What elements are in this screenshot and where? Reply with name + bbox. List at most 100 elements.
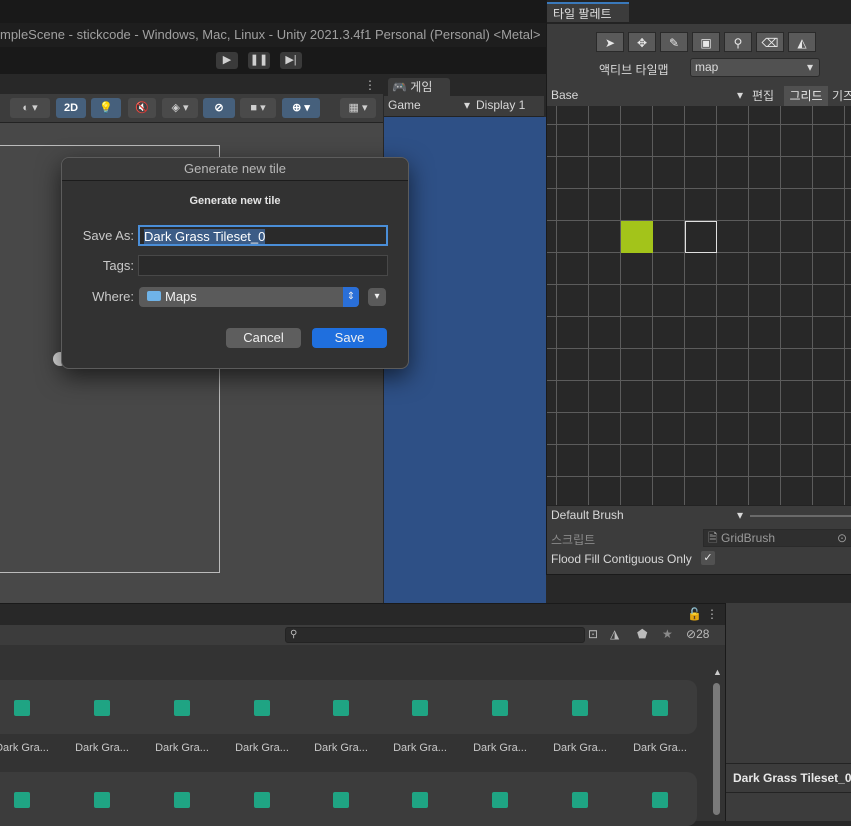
tile-asset-icon[interactable] [174,700,190,716]
tile-asset-icon[interactable] [333,700,349,716]
game-view-dropdown[interactable]: Game ▾ [388,98,470,112]
paint-tool-icon[interactable]: ✎ [660,32,688,52]
select-tool-icon[interactable]: ➤ [596,32,624,52]
inspector-title: Dark Grass Tileset_0 [733,771,851,785]
gamepad-icon: 🎮 [392,80,407,94]
tile-asset-label[interactable]: Dark Gra... [0,742,57,754]
brush-dropdown-label: Default Brush [551,508,624,522]
pause-button[interactable]: ❚❚ [248,52,270,69]
edit-toggle[interactable]: 편집 [746,86,780,106]
tile-asset-label[interactable]: Dark Gra... [545,742,615,754]
tile-asset-icon[interactable] [412,792,428,808]
tile-asset-label[interactable]: Dark Gra... [385,742,455,754]
palette-dropdown[interactable]: Base ▾ [551,88,743,102]
tile-asset-icon[interactable] [652,792,668,808]
project-scrollbar[interactable]: ▲ [711,667,722,817]
tile-asset-icon[interactable] [254,792,270,808]
tile-asset-icon[interactable] [94,792,110,808]
tile-asset-icon[interactable] [652,700,668,716]
tile-asset-icon[interactable] [572,792,588,808]
tile-asset-icon[interactable] [174,792,190,808]
scene-tab-bar: ⋮ [0,78,383,94]
tab-game[interactable]: 🎮 게임 [388,78,450,96]
search-by-type-icon[interactable]: ⊡ [588,627,598,641]
object-picker-icon[interactable]: ⊙ [837,530,847,546]
project-header: 🔓 ⋮ [0,603,725,626]
tile-asset-label[interactable]: Dark Gra... [227,742,297,754]
search-icon: ⚲ [290,629,298,640]
where-value: Maps [165,289,197,304]
camera-icon[interactable]: ■ ▾ [240,98,276,118]
favorite-star-icon[interactable]: ★ [662,627,673,641]
flood-fill-checkbox[interactable]: ✓ [701,551,715,565]
brush-dropdown[interactable]: Default Brush ▾ [551,508,743,522]
tile-asset-icon[interactable] [94,700,110,716]
tile-asset-icon[interactable] [412,700,428,716]
lighting-icon[interactable]: 💡 [91,98,121,118]
scroll-up-icon[interactable]: ▲ [713,667,722,677]
eraser-tool-icon[interactable]: ⌫ [756,32,784,52]
grid-toggle[interactable]: 그리드 [784,86,828,106]
tile-asset-label[interactable]: Dark Gra... [625,742,695,754]
tab-tile-palette[interactable]: 타일 팔레트 [547,2,629,22]
step-button[interactable]: ▶| [280,52,302,69]
tags-input[interactable] [138,255,388,276]
overlay-icon[interactable]: ▦ ▾ [340,98,376,118]
label-filter-icon[interactable]: ⬟ [637,627,647,641]
dialog-window-title: Generate new tile [62,158,408,181]
game-view-dropdown-label: Game [388,98,421,112]
play-button[interactable]: ▶ [216,52,238,69]
tile-asset-icon[interactable] [572,700,588,716]
save-as-label: Save As: [82,228,134,243]
gizmos-toggle[interactable]: 기즈 [832,86,851,106]
tile-asset-icon[interactable] [333,792,349,808]
game-tab-bar: 🎮 게임 [384,78,544,96]
move-tool-icon[interactable]: ✥ [628,32,656,52]
project-menu-icon[interactable]: ⋮ [706,607,718,621]
tile-asset-label[interactable]: Dark Gra... [147,742,217,754]
splitter-handle[interactable] [750,515,851,517]
tile-asset-icon[interactable] [14,700,30,716]
box-fill-tool-icon[interactable]: ▣ [692,32,720,52]
visibility-icon[interactable]: ⊘ [203,98,235,118]
tile-asset-icon[interactable] [492,700,508,716]
lock-icon[interactable]: 🔓 [687,607,702,621]
picker-tool-icon[interactable]: ⚲ [724,32,752,52]
tile-asset-label[interactable]: Dark Gra... [306,742,376,754]
script-label: 스크립트 [551,533,596,547]
expand-browser-button[interactable]: ▾ [368,288,386,306]
game-toolbar: Game ▾ Display 1 [384,96,544,117]
tab-game-label: 게임 [410,80,433,94]
gizmos-icon[interactable]: ⊕ ▾ [282,98,320,118]
tags-label: Tags: [102,258,134,273]
display-dropdown[interactable]: Display 1 [476,98,525,112]
hidden-packages-toggle[interactable]: ⊘28 [686,627,709,641]
tile-asset-icon[interactable] [254,700,270,716]
active-tilemap-dropdown[interactable]: map ▾ [690,58,820,77]
tile-asset-label[interactable]: Dark Gra... [67,742,137,754]
shading-mode-icon[interactable]: ◐ ▾ [10,98,50,118]
tile-asset-icon[interactable] [492,792,508,808]
project-search-input[interactable]: ⚲ [285,627,585,643]
palette-tile-grass[interactable] [621,221,653,253]
where-dropdown[interactable]: Maps ⇕ [139,287,359,307]
audio-icon[interactable]: 🔇 [128,98,156,118]
script-value: GridBrush [721,531,776,545]
filter-icon[interactable]: ◮ [610,627,619,641]
eye-slash-icon: ⊘ [686,627,697,641]
tile-asset-label[interactable]: Dark Gra... [465,742,535,754]
tile-palette-panel: 타일 팔레트 ➤ ✥ ✎ ▣ ⚲ ⌫ ◭ 액티브 타일맵 map ▾ Base … [546,0,851,575]
toggle-2d-button[interactable]: 2D [56,98,86,118]
save-button[interactable]: Save [312,328,387,348]
cancel-button[interactable]: Cancel [226,328,301,348]
fill-tool-icon[interactable]: ◭ [788,32,816,52]
scene-menu-icon[interactable]: ⋮ [364,78,376,92]
effects-icon[interactable]: ◈ ▾ [162,98,198,118]
save-as-input[interactable]: Dark Grass Tileset_0 [138,225,388,246]
tile-asset-icon[interactable] [14,792,30,808]
palette-grid[interactable] [547,106,851,505]
script-field[interactable]: 🗎 GridBrush ⊙ [703,529,851,547]
dialog-heading: Generate new tile [189,195,281,207]
tile-selection-cursor [685,221,717,253]
scrollbar-thumb[interactable] [713,683,720,815]
